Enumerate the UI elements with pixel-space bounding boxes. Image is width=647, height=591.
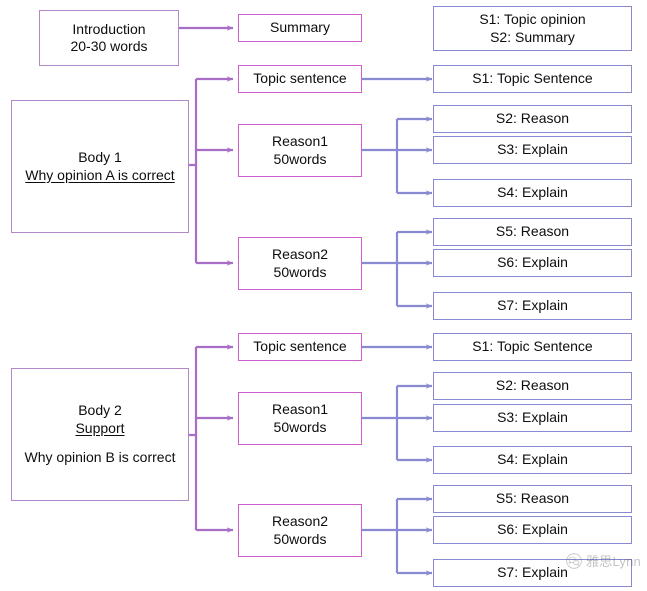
diagram-canvas: Introduction 20-30 words Body 1 Why opin… — [0, 0, 647, 591]
body1-sentence-label-6: S6: Explain — [497, 254, 568, 271]
body2-sentence-box-1[interactable]: S1: Topic Sentence — [433, 333, 632, 361]
section2-reason2-line2: 50words — [273, 530, 327, 547]
body2-box[interactable]: Body 2 Support Why opinion B is correct — [11, 368, 189, 501]
body2-sentence-label-2: S2: Reason — [495, 377, 570, 394]
body1-sentence-box-3[interactable]: S3: Explain — [433, 136, 632, 164]
body2-line3: Why opinion B is correct — [24, 449, 176, 466]
section2-reason2-box[interactable]: Reason2 50words — [238, 504, 362, 557]
body1-sentence-box-5[interactable]: S5: Reason — [433, 218, 632, 246]
intro-sentences-line1: S1: Topic opinion — [479, 11, 586, 27]
body1-sentence-label-3: S3: Explain — [497, 141, 568, 158]
body1-line2: Why opinion A is correct — [25, 166, 175, 183]
section1-topic-sentence-box[interactable]: Topic sentence — [238, 65, 362, 93]
intro-sentences-line2: S2: Summary — [490, 28, 575, 45]
body2-sentence-label-3: S3: Explain — [497, 409, 568, 426]
section1-reason2-line2: 50words — [273, 263, 327, 280]
section2-reason1-line2: 50words — [273, 418, 327, 435]
body2-line1: Body 2 — [78, 402, 122, 419]
body2-sentence-box-7[interactable]: S7: Explain — [433, 559, 632, 587]
section2-topic-sentence-label: Topic sentence — [253, 338, 347, 355]
introduction-box[interactable]: Introduction 20-30 words — [39, 10, 179, 66]
body2-sentence-label-7: S7: Explain — [497, 564, 568, 581]
body2-sentence-label-1: S1: Topic Sentence — [472, 338, 593, 355]
body1-box[interactable]: Body 1 Why opinion A is correct — [11, 100, 189, 233]
body1-sentence-box-4[interactable]: S4: Explain — [433, 179, 632, 207]
body1-sentence-label-1: S1: Topic Sentence — [472, 70, 593, 87]
body1-sentence-label-5: S5: Reason — [495, 223, 570, 240]
body2-sentence-box-5[interactable]: S5: Reason — [433, 485, 632, 513]
body1-sentence-box-6[interactable]: S6: Explain — [433, 249, 632, 277]
body1-sentence-label-7: S7: Explain — [497, 297, 568, 314]
body2-line2: Support — [75, 419, 125, 436]
body2-sentence-label-4: S4: Explain — [497, 451, 568, 468]
body2-sentence-label-5: S5: Reason — [495, 490, 570, 507]
intro-sentences-box[interactable]: S1: Topic opinion S2: Summary — [433, 6, 632, 51]
body1-sentence-box-1[interactable]: S1: Topic Sentence — [433, 65, 632, 93]
section2-topic-sentence-box[interactable]: Topic sentence — [238, 333, 362, 361]
section1-reason1-box[interactable]: Reason1 50words — [238, 124, 362, 177]
body1-sentence-label-2: S2: Reason — [495, 110, 570, 127]
section1-topic-sentence-label: Topic sentence — [253, 70, 347, 87]
section1-reason1-line2: 50words — [273, 150, 327, 167]
body2-sentence-box-4[interactable]: S4: Explain — [433, 446, 632, 474]
summary-box[interactable]: Summary — [238, 14, 362, 42]
section2-reason1-line1: Reason1 — [271, 401, 329, 417]
section2-reason2-line1: Reason2 — [271, 513, 329, 529]
body2-sentence-box-2[interactable]: S2: Reason — [433, 372, 632, 400]
section1-reason2-box[interactable]: Reason2 50words — [238, 237, 362, 290]
body2-sentence-label-6: S6: Explain — [497, 521, 568, 538]
introduction-line2: 20-30 words — [70, 38, 148, 54]
section1-reason2-line1: Reason2 — [271, 246, 329, 262]
body1-line1: Body 1 — [78, 149, 122, 165]
body1-sentence-label-4: S4: Explain — [497, 184, 568, 201]
section2-reason1-box[interactable]: Reason1 50words — [238, 392, 362, 445]
section1-reason1-line1: Reason1 — [271, 133, 329, 149]
body1-sentence-box-2[interactable]: S2: Reason — [433, 105, 632, 133]
introduction-line1: Introduction — [72, 20, 146, 37]
body2-sentence-box-3[interactable]: S3: Explain — [433, 404, 632, 432]
body2-sentence-box-6[interactable]: S6: Explain — [433, 516, 632, 544]
summary-label: Summary — [270, 19, 330, 36]
body1-sentence-box-7[interactable]: S7: Explain — [433, 292, 632, 320]
